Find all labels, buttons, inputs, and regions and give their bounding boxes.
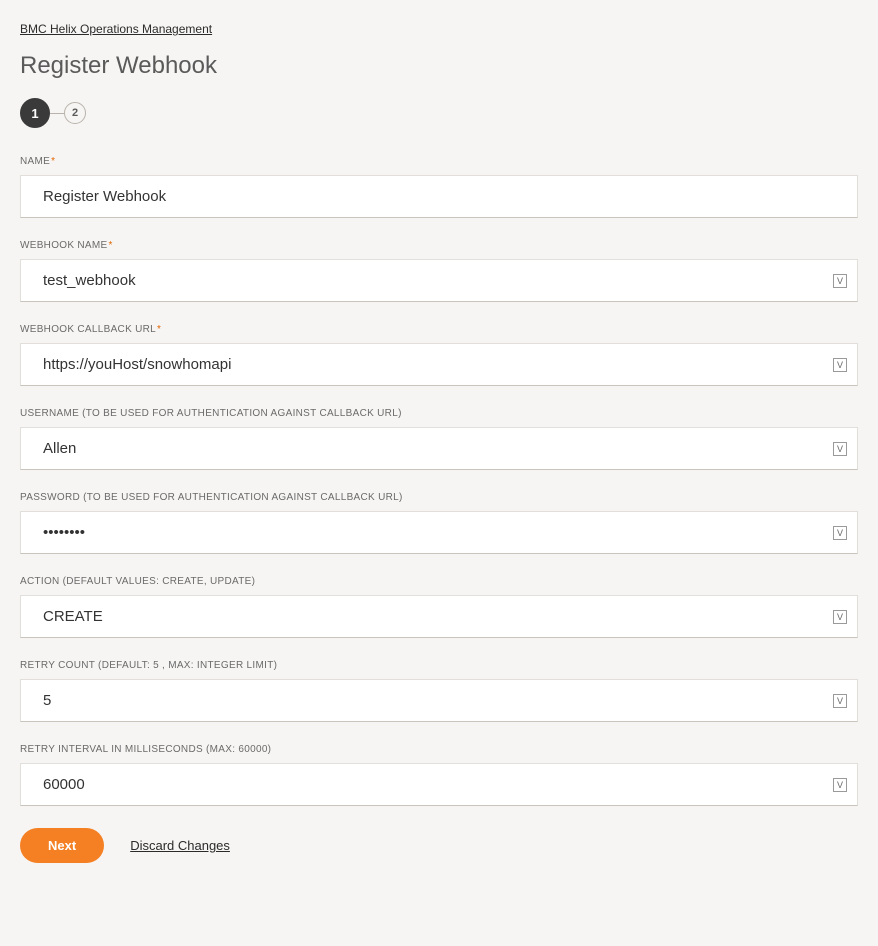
- breadcrumb[interactable]: BMC Helix Operations Management: [20, 22, 212, 36]
- name-input[interactable]: [21, 176, 857, 217]
- callback-url-label: WEBHOOK CALLBACK URL: [20, 324, 858, 335]
- field-action: ACTION (DEFAULT VALUES: CREATE, UPDATE) …: [20, 576, 858, 638]
- callback-url-input[interactable]: [21, 344, 857, 385]
- field-retry-count: RETRY COUNT (DEFAULT: 5 , MAX: INTEGER L…: [20, 660, 858, 722]
- next-button[interactable]: Next: [20, 828, 104, 863]
- step-2[interactable]: 2: [64, 102, 86, 124]
- stepper: 1 2: [20, 98, 858, 128]
- retry-count-label: RETRY COUNT (DEFAULT: 5 , MAX: INTEGER L…: [20, 660, 858, 671]
- username-input[interactable]: [21, 428, 857, 469]
- validate-icon[interactable]: V: [833, 610, 847, 624]
- action-label: ACTION (DEFAULT VALUES: CREATE, UPDATE): [20, 576, 858, 587]
- retry-interval-input[interactable]: [21, 764, 857, 805]
- validate-icon[interactable]: V: [833, 778, 847, 792]
- validate-icon[interactable]: V: [833, 274, 847, 288]
- field-retry-interval: RETRY INTERVAL IN MILLISECONDS (MAX: 600…: [20, 744, 858, 806]
- username-label: USERNAME (TO BE USED FOR AUTHENTICATION …: [20, 408, 858, 419]
- webhook-name-label: WEBHOOK NAME: [20, 240, 858, 251]
- retry-interval-label: RETRY INTERVAL IN MILLISECONDS (MAX: 600…: [20, 744, 858, 755]
- field-name: NAME: [20, 156, 858, 218]
- password-label: PASSWORD (TO BE USED FOR AUTHENTICATION …: [20, 492, 858, 503]
- validate-icon[interactable]: V: [833, 358, 847, 372]
- field-password: PASSWORD (TO BE USED FOR AUTHENTICATION …: [20, 492, 858, 554]
- step-1[interactable]: 1: [20, 98, 50, 128]
- name-label: NAME: [20, 156, 858, 167]
- field-callback-url: WEBHOOK CALLBACK URL V: [20, 324, 858, 386]
- retry-count-input[interactable]: [21, 680, 857, 721]
- form-actions: Next Discard Changes: [20, 828, 858, 863]
- discard-changes-link[interactable]: Discard Changes: [130, 838, 230, 853]
- validate-icon[interactable]: V: [833, 442, 847, 456]
- page-title: Register Webhook: [20, 52, 858, 80]
- action-input[interactable]: [21, 596, 857, 637]
- field-username: USERNAME (TO BE USED FOR AUTHENTICATION …: [20, 408, 858, 470]
- field-webhook-name: WEBHOOK NAME V: [20, 240, 858, 302]
- validate-icon[interactable]: V: [833, 526, 847, 540]
- step-connector: [50, 113, 64, 114]
- password-input[interactable]: [21, 512, 857, 553]
- validate-icon[interactable]: V: [833, 694, 847, 708]
- webhook-name-input[interactable]: [21, 260, 857, 301]
